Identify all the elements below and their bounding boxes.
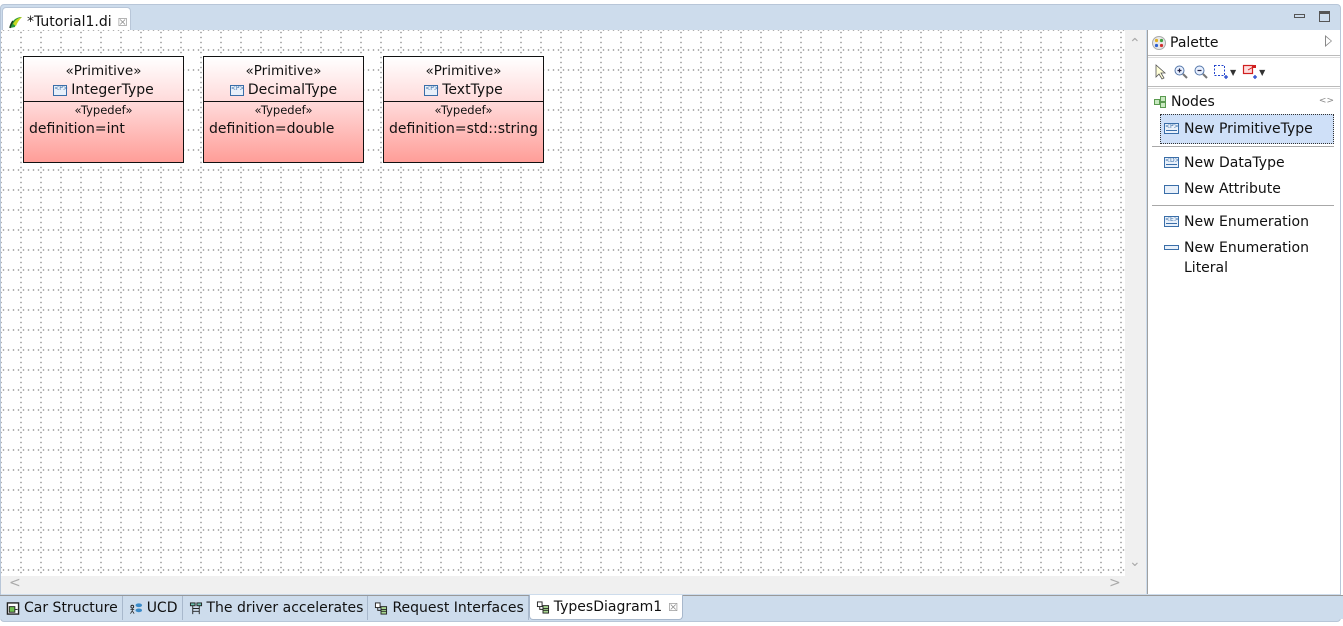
node-stereotype: «Primitive» (425, 63, 502, 79)
typedef-definition[interactable]: definition=std::string (389, 121, 538, 137)
tool-label: New Enumeration Literal (1184, 240, 1309, 276)
typedef-stereotype: «Typedef» (254, 103, 313, 117)
pin-drawer-icon[interactable]: <> (1319, 96, 1334, 106)
close-icon[interactable]: ☒ (668, 601, 678, 614)
enumeration-icon: <E> (1164, 216, 1179, 227)
primitive-type-node[interactable]: «Primitive» <P> DecimalType «Typedef» def… (203, 56, 364, 163)
tab-label: UCD (146, 600, 178, 616)
compartment-divider (204, 101, 363, 102)
class-diagram-icon (536, 600, 549, 614)
connection-dropdown-icon[interactable]: ▼ (1259, 68, 1265, 77)
typedef-definition[interactable]: definition=double (209, 121, 334, 137)
primitive-type-icon: <P> (1164, 123, 1179, 134)
papyrus-icon (9, 17, 22, 29)
node-stereotype: «Primitive» (245, 63, 322, 79)
compartment-divider (384, 101, 543, 102)
zoom-in-icon[interactable] (1173, 64, 1189, 80)
marquee-dropdown-icon[interactable]: ▼ (1230, 68, 1236, 77)
node-name[interactable]: DecimalType (248, 80, 337, 100)
class-diagram-icon (375, 601, 388, 615)
minimize-button[interactable] (1294, 14, 1305, 18)
typedef-stereotype: «Typedef» (434, 103, 493, 117)
tool-label: New Attribute (1184, 181, 1281, 197)
tab-label: Request Interfaces (392, 600, 524, 616)
tab-typesdiagram1[interactable]: TypesDiagram1 ☒ (528, 595, 684, 620)
window-controls (1294, 11, 1330, 22)
scroll-up-icon[interactable]: ⌃ (1129, 36, 1141, 52)
select-arrow-icon[interactable] (1153, 64, 1169, 80)
node-name[interactable]: TextType (442, 80, 502, 100)
primitive-type-node[interactable]: «Primitive» <P> TextType «Typedef» defini… (383, 56, 544, 163)
tool-label: New PrimitiveType (1184, 121, 1313, 137)
compartment-divider (24, 101, 183, 102)
scroll-right-icon[interactable]: > (1109, 575, 1121, 591)
palette-toolbar: ▼ ▼ (1148, 57, 1340, 87)
tool-label: New Enumeration (1184, 214, 1309, 230)
diagram-tab-bar: Car Structure UCD The driver accelerates… (0, 595, 1343, 620)
palette-panel: Palette ▼ ▼ Nodes <> <P> New PrimitiveTy… (1147, 30, 1340, 594)
scroll-down-icon[interactable]: ⌄ (1129, 554, 1141, 570)
enumeration-literal-icon (1164, 245, 1179, 250)
palette-title: Palette (1170, 34, 1219, 51)
marquee-select-icon[interactable] (1213, 64, 1229, 80)
palette-separator (1152, 146, 1334, 147)
tab-car-structure[interactable]: Car Structure (0, 596, 123, 620)
primitive-type-icon: <P> (424, 84, 439, 96)
node-stereotype: «Primitive» (65, 63, 142, 79)
usecase-diagram-icon (129, 602, 142, 614)
nodes-drawer-icon (1154, 95, 1166, 108)
close-icon[interactable]: ☒ (118, 16, 128, 29)
tool-new-enumeration-literal[interactable]: New Enumeration Literal (1148, 236, 1340, 282)
tool-new-datatype[interactable]: <D> New DataType (1148, 149, 1340, 177)
node-name[interactable]: IntegerType (71, 80, 154, 100)
connection-select-icon[interactable] (1242, 64, 1258, 80)
horizontal-scrollbar[interactable]: < > (1, 575, 1146, 594)
typedef-stereotype: «Typedef» (74, 103, 133, 117)
tab-label: TypesDiagram1 (553, 599, 663, 615)
tab-label: The driver accelerates (206, 600, 364, 616)
tool-new-attribute[interactable]: New Attribute (1148, 177, 1340, 203)
primitive-type-node[interactable]: «Primitive» <P> IntegerType «Typedef» def… (23, 56, 184, 163)
tab-label: Car Structure (24, 600, 118, 616)
composite-diagram-icon (6, 601, 20, 615)
sequence-diagram-icon (189, 601, 202, 614)
editor-tab-title: *Tutorial1.di (27, 14, 112, 30)
typedef-definition[interactable]: definition=int (29, 121, 125, 137)
palette-icon (1152, 35, 1166, 50)
vertical-scrollbar[interactable]: ⌃ ⌄ (1125, 30, 1146, 576)
attribute-icon (1164, 185, 1179, 194)
tool-new-primitivetype[interactable]: <P> New PrimitiveType (1160, 114, 1334, 144)
zoom-out-icon[interactable] (1193, 64, 1209, 80)
datatype-icon: <D> (1164, 157, 1180, 168)
collapse-palette-icon[interactable] (1325, 35, 1332, 47)
tab-ucd[interactable]: UCD (123, 596, 183, 620)
tool-label: New DataType (1184, 155, 1285, 171)
tab-request-interfaces[interactable]: Request Interfaces (368, 596, 529, 620)
palette-separator (1152, 205, 1334, 206)
diagram-canvas[interactable]: «Primitive» <P> IntegerType «Typedef» def… (1, 30, 1125, 576)
tool-new-enumeration[interactable]: <E> New Enumeration (1148, 208, 1340, 236)
tab-the-driver-accelerates[interactable]: The driver accelerates (183, 596, 369, 620)
primitive-type-icon: <P> (53, 84, 68, 96)
palette-header: Palette (1148, 30, 1340, 56)
scroll-left-icon[interactable]: < (9, 575, 21, 591)
drawer-title: Nodes (1171, 93, 1215, 110)
primitive-type-icon: <P> (229, 84, 245, 96)
drawer-nodes[interactable]: Nodes <> (1148, 88, 1340, 114)
maximize-button[interactable] (1319, 11, 1330, 22)
